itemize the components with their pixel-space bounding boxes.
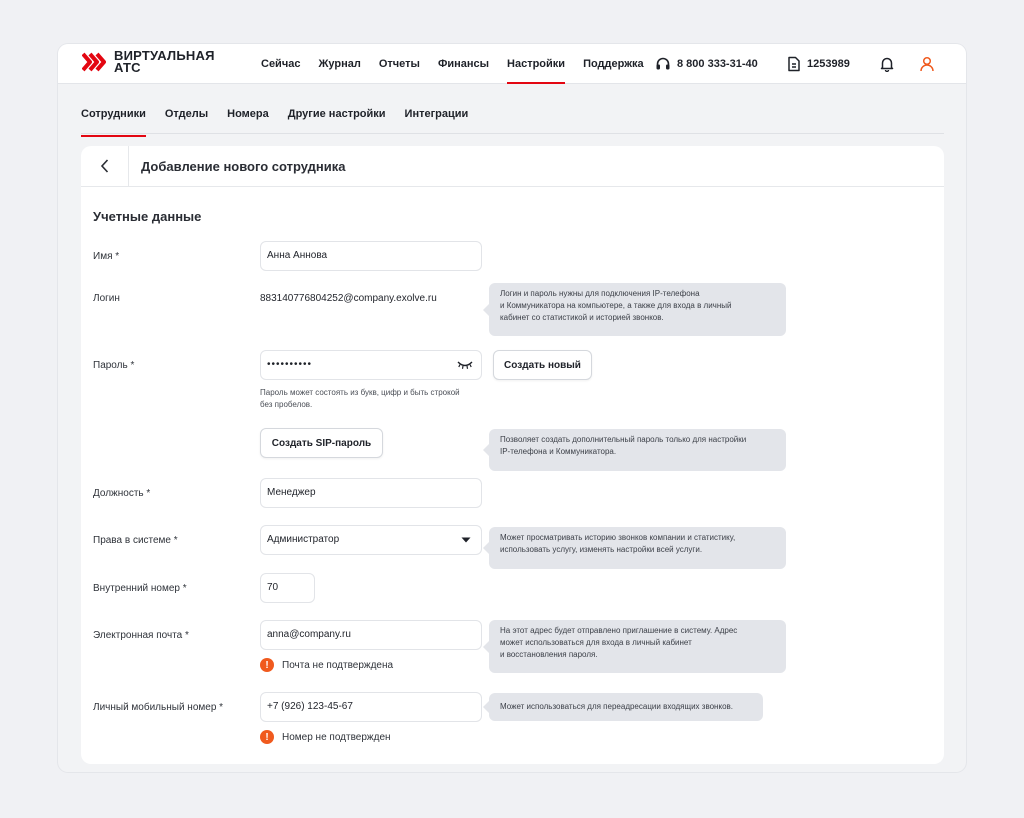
- document-icon: [788, 56, 800, 72]
- employee-form-card: Добавление нового сотрудника Учетные дан…: [81, 146, 944, 764]
- nav-item-reports[interactable]: Отчеты: [370, 44, 429, 84]
- password-value: ••••••••••: [267, 359, 313, 370]
- tab-integrations[interactable]: Интеграции: [405, 98, 469, 133]
- password-hint: Пароль может состоять из букв, цифр и бы…: [260, 387, 460, 411]
- tab-departments[interactable]: Отделы: [165, 98, 208, 133]
- chevron-left-icon: [100, 159, 108, 173]
- account-number-text: 1253989: [807, 58, 850, 70]
- support-phone-number: 8 800 333-31-40: [677, 58, 758, 70]
- nav-item-support[interactable]: Поддержка: [574, 44, 653, 84]
- position-label: Должность *: [93, 488, 151, 499]
- sip-tooltip-line-2: IP-телефона и Коммуникатора.: [500, 447, 617, 456]
- sip-tooltip: Позволяет создать дополнительный пароль …: [483, 429, 786, 471]
- rights-label: Права в системе *: [93, 535, 178, 546]
- back-button[interactable]: [81, 146, 129, 187]
- logo-icon: [82, 52, 106, 72]
- login-tooltip: Логин и пароль нужны для подключения IP-…: [483, 283, 786, 336]
- email-input[interactable]: anna@company.ru: [260, 620, 482, 650]
- extension-input[interactable]: 70: [260, 573, 315, 603]
- rights-selected-value: Администратор: [267, 534, 340, 545]
- top-bar: ВИРТУАЛЬНАЯ АТС Сейчас Журнал Отчеты Фин…: [58, 44, 966, 84]
- support-phone[interactable]: 8 800 333-31-40: [655, 44, 758, 84]
- mobile-warning: ! Номер не подтвержден: [260, 730, 391, 744]
- main-nav: Сейчас Журнал Отчеты Финансы Настройки П…: [252, 44, 653, 84]
- profile-button[interactable]: [919, 44, 935, 84]
- email-tooltip-line-3: и восстановления пароля.: [500, 650, 598, 659]
- password-hint-line-1: Пароль может состоять из букв, цифр и бы…: [260, 388, 460, 397]
- password-hint-line-2: без пробелов.: [260, 400, 313, 409]
- app-window: ВИРТУАЛЬНАЯ АТС Сейчас Журнал Отчеты Фин…: [58, 44, 966, 772]
- login-tooltip-line-3: кабинет со статистикой и историей звонко…: [500, 313, 664, 322]
- nav-item-now[interactable]: Сейчас: [252, 44, 309, 84]
- login-tooltip-line-1: Логин и пароль нужны для подключения IP-…: [500, 289, 700, 298]
- account-number[interactable]: 1253989: [787, 44, 850, 84]
- rights-tooltip: Может просматривать историю звонков комп…: [483, 527, 786, 569]
- login-tooltip-line-2: и Коммуникатора на компьютере, а также д…: [500, 301, 732, 310]
- rights-tooltip-line-1: Может просматривать историю звонков комп…: [500, 533, 736, 542]
- email-tooltip-line-1: На этот адрес будет отправлено приглашен…: [500, 626, 738, 635]
- mobile-input[interactable]: +7 (926) 123-45-67: [260, 692, 482, 722]
- card-header: Добавление нового сотрудника: [81, 146, 944, 187]
- section-title: Учетные данные: [93, 209, 202, 224]
- logo-line-2: АТС: [114, 60, 141, 75]
- email-warning-text: Почта не подтверждена: [282, 659, 394, 671]
- mobile-label: Личный мобильный номер *: [93, 702, 224, 713]
- login-value: 883140776804252@company.exolve.ru: [260, 293, 437, 304]
- warning-icon: !: [260, 730, 274, 744]
- email-label: Электронная почта *: [93, 630, 189, 641]
- create-sip-password-button[interactable]: Создать SIP-пароль: [260, 428, 383, 458]
- user-icon: [920, 56, 934, 72]
- bell-icon: [880, 57, 894, 72]
- eye-closed-icon[interactable]: [457, 360, 473, 370]
- rights-tooltip-line-2: использовать услугу, изменять настройки …: [500, 545, 703, 554]
- caret-down-icon: [461, 537, 471, 543]
- email-warning: ! Почта не подтверждена: [260, 658, 393, 672]
- mobile-warning-text: Номер не подтвержден: [282, 731, 391, 743]
- warning-icon: !: [260, 658, 274, 672]
- headset-icon: [656, 57, 670, 70]
- create-new-password-button[interactable]: Создать новый: [493, 350, 592, 380]
- name-label: Имя *: [93, 251, 120, 262]
- mobile-tooltip-line-1: Может использоваться для переадресации в…: [500, 702, 733, 711]
- settings-tabs: Сотрудники Отделы Номера Другие настройк…: [81, 98, 944, 137]
- position-input[interactable]: Менеджер: [260, 478, 482, 508]
- email-tooltip-line-2: может использоваться для входа в личный …: [500, 638, 692, 647]
- nav-item-finance[interactable]: Финансы: [429, 44, 498, 84]
- tab-other-settings[interactable]: Другие настройки: [288, 98, 386, 133]
- name-input[interactable]: Анна Аннова: [260, 241, 482, 271]
- nav-item-settings[interactable]: Настройки: [498, 44, 574, 84]
- mobile-tooltip: Может использоваться для переадресации в…: [483, 693, 763, 721]
- sip-tooltip-line-1: Позволяет создать дополнительный пароль …: [500, 435, 747, 444]
- nav-item-journal[interactable]: Журнал: [309, 44, 369, 84]
- extension-label: Внутренний номер *: [93, 583, 187, 594]
- password-label: Пароль *: [93, 360, 135, 371]
- tab-numbers[interactable]: Номера: [227, 98, 269, 133]
- logo[interactable]: ВИРТУАЛЬНАЯ АТС: [82, 49, 215, 75]
- notifications-button[interactable]: [879, 44, 895, 84]
- password-input[interactable]: ••••••••••: [260, 350, 482, 380]
- login-label: Логин: [93, 293, 120, 304]
- logo-text: ВИРТУАЛЬНАЯ АТС: [114, 49, 215, 75]
- email-tooltip: На этот адрес будет отправлено приглашен…: [483, 620, 786, 673]
- rights-select[interactable]: Администратор: [260, 525, 482, 555]
- page-title: Добавление нового сотрудника: [141, 158, 346, 174]
- tab-employees[interactable]: Сотрудники: [81, 98, 146, 137]
